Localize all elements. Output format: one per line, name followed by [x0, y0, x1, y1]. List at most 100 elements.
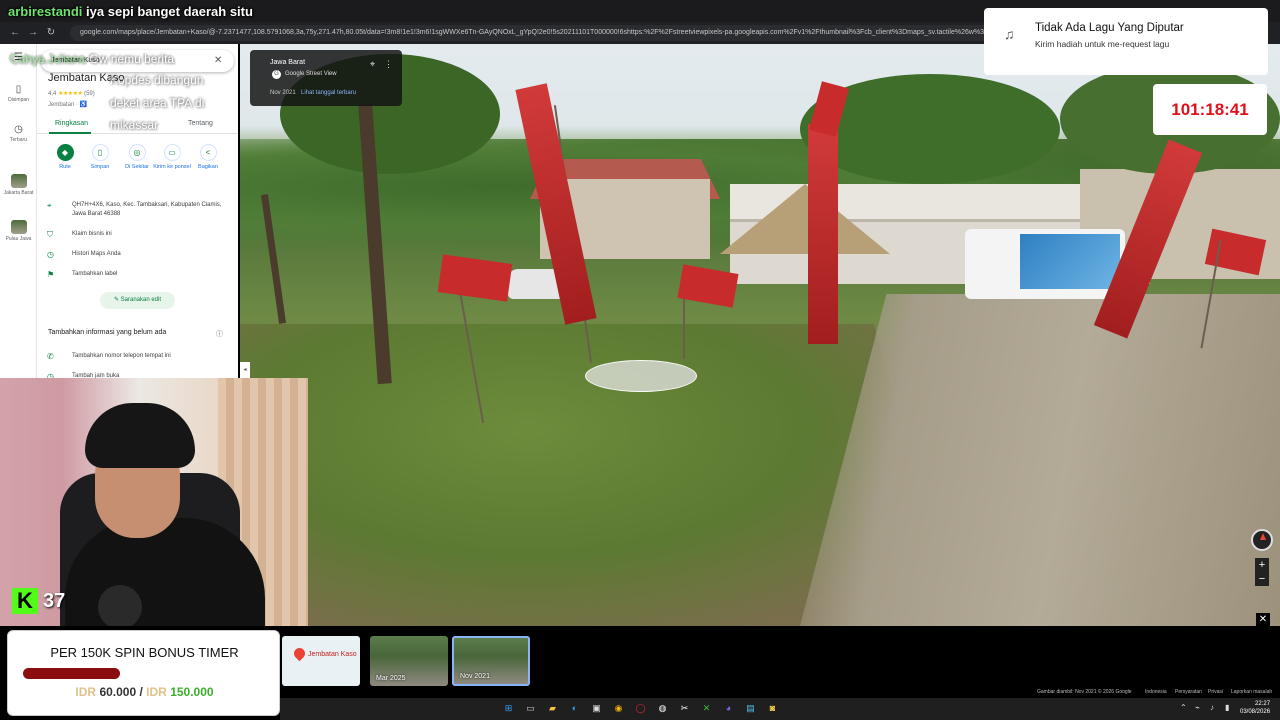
bonus-current: 60.000: [99, 685, 137, 699]
tray-chevron-icon[interactable]: ⌃: [1180, 703, 1187, 712]
history-icon: ◷: [14, 124, 23, 135]
footer-link-report[interactable]: Laporkan masalah: [1231, 689, 1272, 695]
location-pin-icon[interactable]: ⌖: [370, 59, 375, 70]
party-flag: [437, 254, 513, 302]
bonus-progress-bar: [23, 668, 266, 679]
viewer-number: 37: [43, 589, 66, 612]
store-icon[interactable]: ▣: [590, 702, 603, 715]
tab-about[interactable]: Tentang: [188, 120, 213, 127]
recent-place-jawa[interactable]: Pulau Jawa: [0, 220, 37, 242]
bookmark-icon: ▯: [15, 84, 22, 95]
send-to-phone-button[interactable]: ▭ Kirim ke ponsel: [152, 144, 192, 170]
google-logo-icon: G: [272, 70, 281, 79]
music-note-icon: ♫: [1004, 26, 1015, 42]
xbox-icon[interactable]: ✕: [700, 702, 713, 715]
nearby-button[interactable]: ◎ Di Sekitar: [117, 144, 157, 170]
reload-icon[interactable]: ↻: [44, 25, 58, 41]
edge-icon[interactable]: ◐: [568, 702, 581, 715]
nearby-icon: ◎: [128, 144, 146, 161]
screen-tool-icon[interactable]: ▤: [744, 702, 757, 715]
recent-button[interactable]: ◷ Terbaru: [0, 124, 37, 143]
discord-icon[interactable]: ◕: [722, 702, 735, 715]
latest-date-link[interactable]: Lihat tanggal terbaru: [301, 90, 356, 96]
capcut-icon[interactable]: ✂: [678, 702, 691, 715]
share-button[interactable]: < Bagikan: [188, 144, 228, 170]
zoom-in-button[interactable]: +: [1255, 558, 1269, 572]
history-icon: ◷: [47, 250, 54, 259]
maps-side-rail: ☰ ▯ Disimpan ◷ Terbaru Jakarta Barat Pulau…: [0, 44, 37, 384]
footer-link-privacy[interactable]: Privasi: [1208, 689, 1223, 695]
directions-button[interactable]: ◆ Rute: [45, 144, 85, 170]
footer-link-terms[interactable]: Persyaratan: [1175, 689, 1202, 695]
rating-line[interactable]: 4,4 ★★★★★ (59): [48, 90, 95, 97]
street-view-canvas[interactable]: [240, 44, 1280, 626]
suggest-edit-button[interactable]: ✎ Saranakan edit: [100, 292, 175, 309]
chat-faded-line: Kopdes dibangun: [110, 73, 204, 87]
map-pin-icon: [291, 645, 308, 662]
chat-faded-line: mikassar: [110, 118, 159, 132]
action-row: ◆ Rute ▯ Simpan ◎ Di Sekitar ▭ Kirim ke pons…: [37, 144, 238, 184]
product-label: Google Street View: [285, 71, 337, 77]
chat-faded-line: Cahya.Juliano Gw nemu berita: [10, 52, 175, 66]
rating-stars-icon: ★★★★★: [58, 91, 83, 97]
more-options-icon[interactable]: ⋮: [384, 59, 393, 70]
bonus-amount: IDR 60.000 / IDR 150.000: [75, 685, 214, 699]
saved-button[interactable]: ▯ Disimpan: [0, 84, 37, 103]
bookmark-icon: ▯: [91, 144, 109, 161]
label-icon: ⚑: [47, 270, 55, 279]
rating-value: 4,4: [48, 91, 57, 97]
save-button[interactable]: ▯ Simpan: [80, 144, 120, 170]
phone-icon: ▭: [163, 144, 181, 161]
collapse-panel-button[interactable]: ◂: [240, 362, 250, 378]
street-view-cursor[interactable]: [585, 360, 697, 392]
opera-icon[interactable]: ◯: [634, 702, 647, 715]
recent-place-jakarta[interactable]: Jakarta Barat: [0, 174, 37, 196]
place-type: Jembatan · ♿: [48, 102, 88, 108]
volume-icon[interactable]: ♪: [1210, 703, 1214, 712]
place-thumbnail: [10, 174, 27, 188]
close-icon[interactable]: ✕: [214, 55, 230, 66]
street-view-date-thumbnail[interactable]: Mar 2025: [370, 636, 448, 686]
review-count: (59): [84, 91, 95, 97]
microphone: [98, 585, 142, 626]
map-thumbnail-label: Jembatan Kaso: [308, 651, 357, 658]
song-request-widget: ♫ Tidak Ada Lagu Yang Diputar Kirim hadi…: [984, 8, 1268, 75]
zoom-out-button[interactable]: −: [1255, 572, 1269, 586]
shield-check-icon: ⛉: [47, 230, 53, 239]
chrome-icon[interactable]: ◉: [612, 702, 625, 715]
map-thumbnail[interactable]: Jembatan Kaso: [282, 636, 360, 686]
back-icon[interactable]: ←: [8, 25, 22, 41]
battery-icon[interactable]: ▮: [1225, 703, 1229, 712]
streamer-hair: [85, 403, 195, 468]
compass-icon[interactable]: [1251, 529, 1273, 551]
region-label: Jawa Barat: [270, 59, 306, 66]
active-tab-indicator: [49, 132, 91, 134]
street-view-info-card: Jawa Barat G Google Street View Nov 2021…: [250, 50, 402, 106]
search-icon[interactable]: ▭: [524, 702, 537, 715]
chat-text: iya sepi banget daerah situ: [86, 4, 253, 19]
close-street-view-button[interactable]: ✕: [1256, 613, 1270, 627]
chat-username: arbirestandi: [8, 4, 83, 19]
footer-link-language[interactable]: Indonesia: [1145, 689, 1167, 695]
address-bar[interactable]: google.com/maps/place/Jembatan+Kaso/@-7.…: [70, 25, 1000, 41]
viewer-count: K 37: [12, 586, 65, 616]
windows-start-icon[interactable]: ⊞: [502, 702, 515, 715]
forward-icon[interactable]: →: [26, 25, 40, 41]
tab-overview[interactable]: Ringkasan: [55, 120, 88, 127]
place-panel: Jembatan Kaso ✕ Jembatan Kaso 4,4 ★★★★★ …: [37, 44, 238, 384]
file-explorer-icon[interactable]: ▰: [546, 702, 559, 715]
bonus-timer-card: PER 150K SPIN BONUS TIMER IDR 60.000 / I…: [7, 630, 280, 716]
network-icon[interactable]: ⌁: [1195, 703, 1200, 712]
add-info-heading: Tambahkan informasi yang belum ada: [48, 329, 167, 336]
app-icon[interactable]: ◙: [766, 702, 779, 715]
capture-date: Nov 2021: [270, 90, 296, 96]
place-thumbnail: [10, 220, 27, 234]
windows-taskbar: ⊞ ▭ ▰ ◐ ▣ ◉ ◯ ◍ ✂ ✕ ◕ ▤ ◙ ⌃ ⌁ ♪ ▮ 22:27 …: [280, 698, 1280, 720]
phone-icon: ✆: [47, 352, 54, 361]
subathon-timer: 101:18:41: [1153, 84, 1267, 135]
street-view-date-thumbnail-selected[interactable]: Nov 2021: [452, 636, 530, 686]
help-icon[interactable]: ⓘ: [216, 329, 223, 339]
capture-date-footer: Gambar diambil: Nov 2021 © 2026 Google: [1037, 689, 1132, 695]
system-clock[interactable]: 22:27 03/08/2026: [1240, 700, 1270, 716]
obs-icon[interactable]: ◍: [656, 702, 669, 715]
